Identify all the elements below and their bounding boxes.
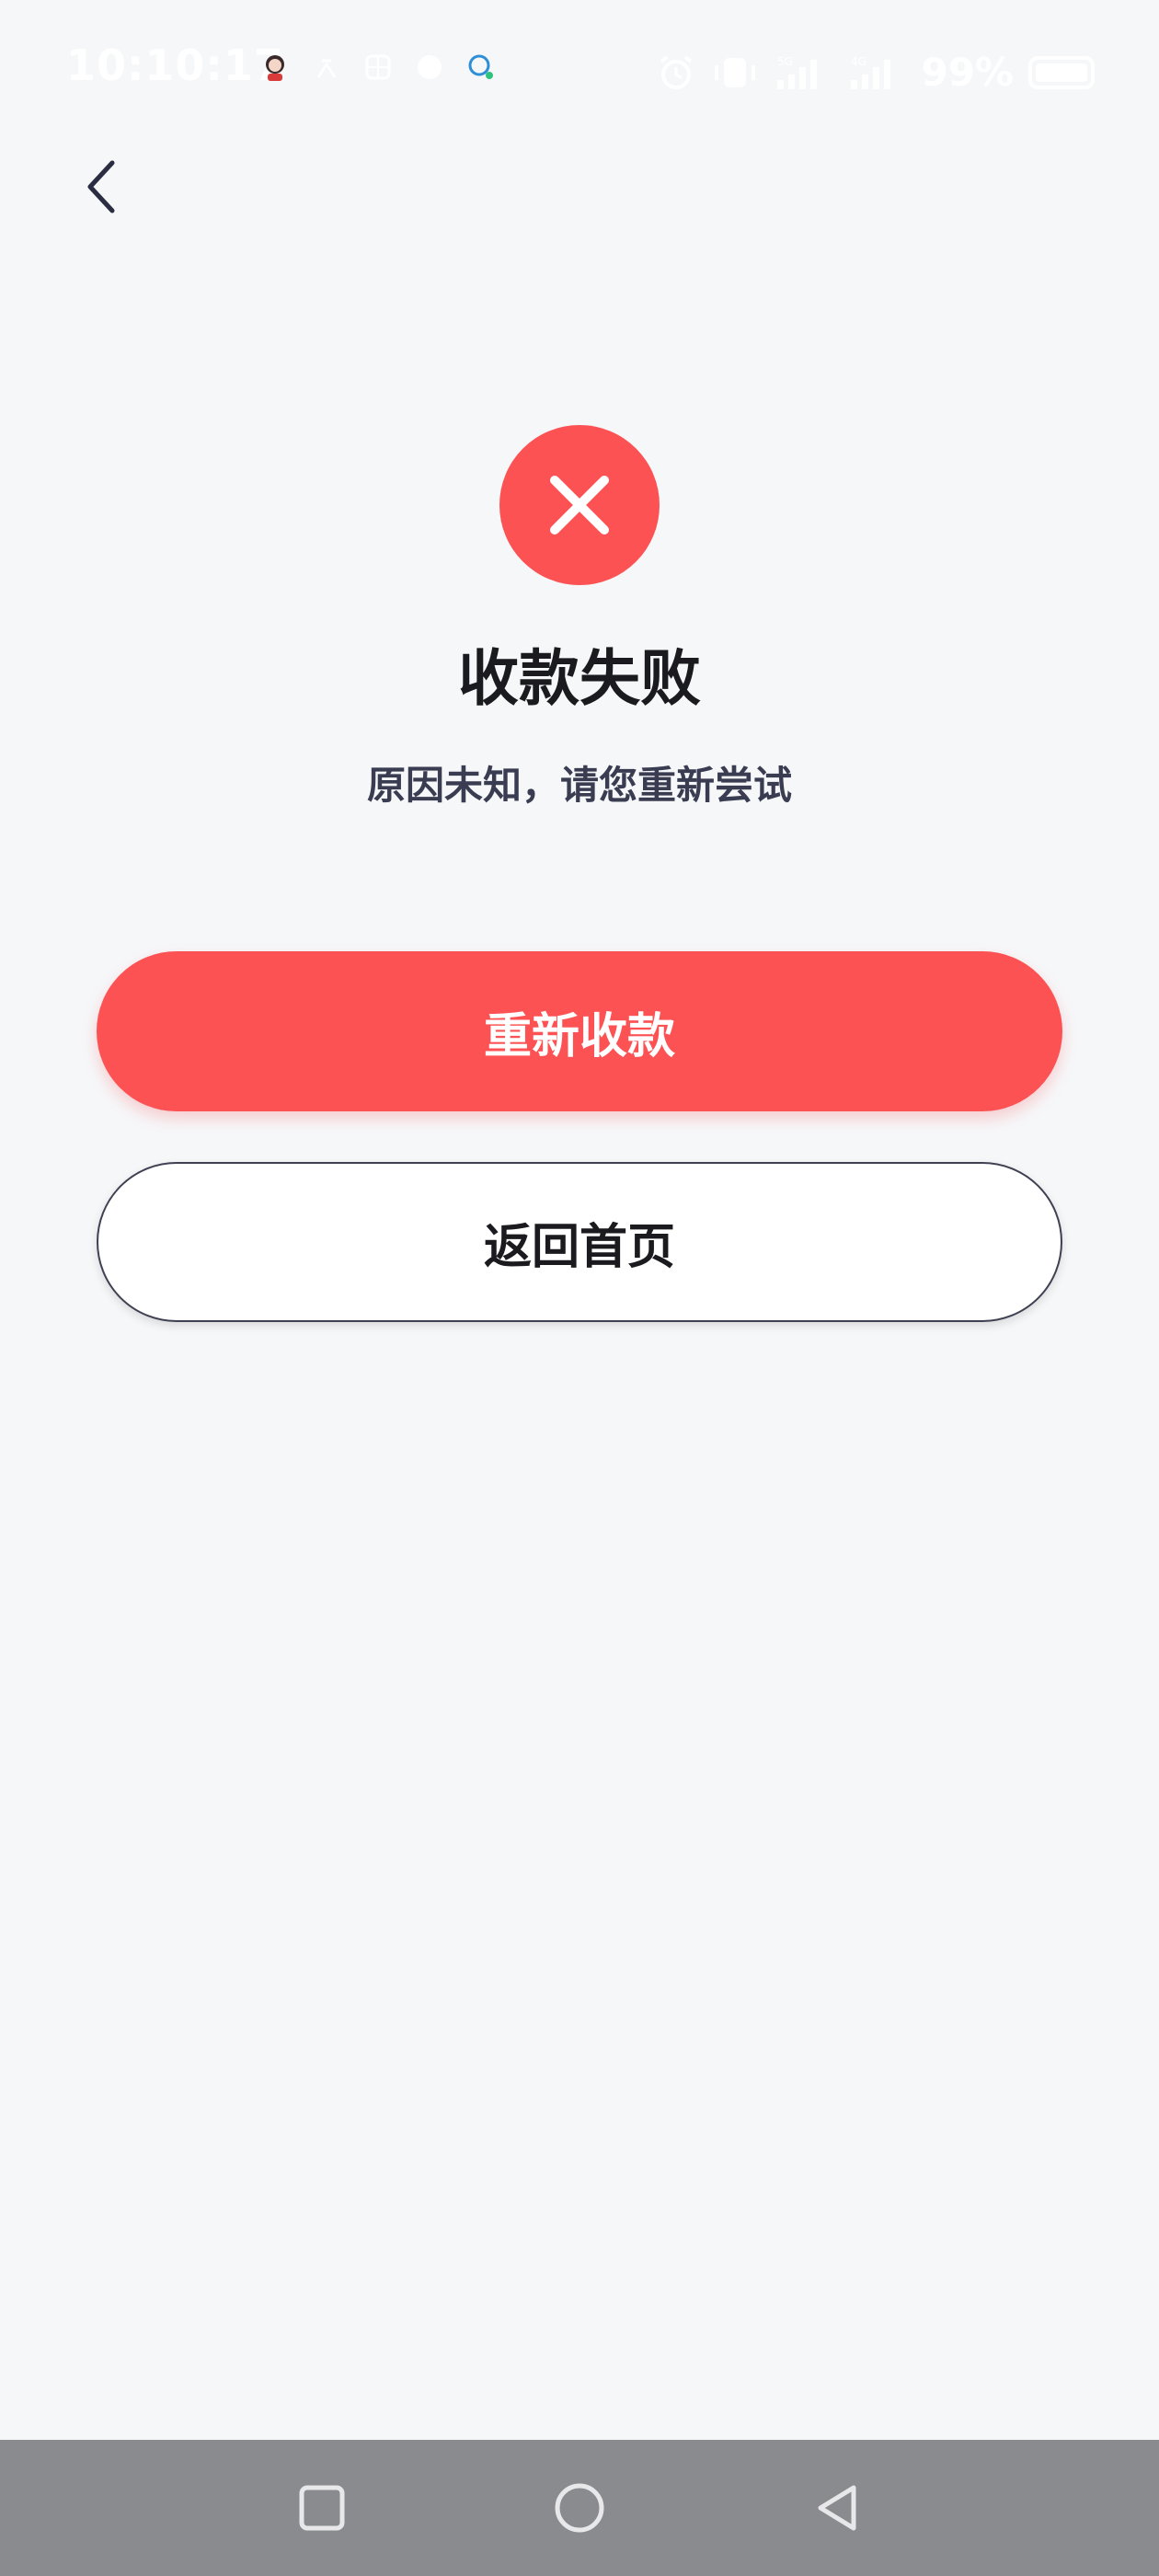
avatar-notification-icon bbox=[266, 55, 284, 81]
status-time: 10:10:17 bbox=[66, 40, 284, 90]
return-home-button[interactable]: 返回首页 bbox=[97, 1162, 1062, 1322]
status-bar: 10:10:17 5G 4G 99% bbox=[0, 0, 1159, 138]
square-icon bbox=[299, 2485, 345, 2531]
retry-collection-label: 重新收款 bbox=[483, 1008, 675, 1064]
signal-4g-icon: 4G bbox=[851, 55, 891, 89]
signal-5g-icon: 5G bbox=[777, 55, 818, 89]
battery-icon bbox=[1028, 55, 1095, 89]
back-nav-button[interactable] bbox=[791, 2462, 883, 2554]
signal-4g-label: 4G bbox=[851, 55, 866, 68]
dot-notification-icon bbox=[418, 55, 442, 79]
result-title: 收款失败 bbox=[458, 643, 701, 714]
triangle-back-icon bbox=[818, 2485, 856, 2531]
system-nav-bar bbox=[0, 2440, 1159, 2576]
status-system-icons: 5G 4G 99% bbox=[656, 50, 1095, 95]
fail-status-icon bbox=[499, 425, 660, 585]
figure-notification-icon bbox=[316, 59, 337, 78]
return-home-label: 返回首页 bbox=[483, 1219, 675, 1275]
circle-icon bbox=[555, 2483, 604, 2533]
chevron-left-icon bbox=[87, 160, 115, 213]
signal-5g-label: 5G bbox=[777, 55, 793, 68]
back-button[interactable] bbox=[74, 155, 129, 219]
vibrate-icon bbox=[715, 57, 756, 87]
retry-collection-button[interactable]: 重新收款 bbox=[97, 951, 1062, 1111]
result-message: 原因未知，请您重新尝试 bbox=[366, 763, 792, 808]
chat-notification-icon bbox=[468, 54, 493, 79]
status-notification-icons bbox=[259, 52, 497, 83]
recent-apps-button[interactable] bbox=[276, 2462, 368, 2554]
close-icon bbox=[550, 476, 609, 535]
alarm-icon bbox=[660, 54, 693, 89]
home-nav-button[interactable] bbox=[534, 2462, 625, 2554]
battery-percent: 99% bbox=[921, 50, 1014, 95]
grid-notification-icon bbox=[365, 54, 391, 80]
